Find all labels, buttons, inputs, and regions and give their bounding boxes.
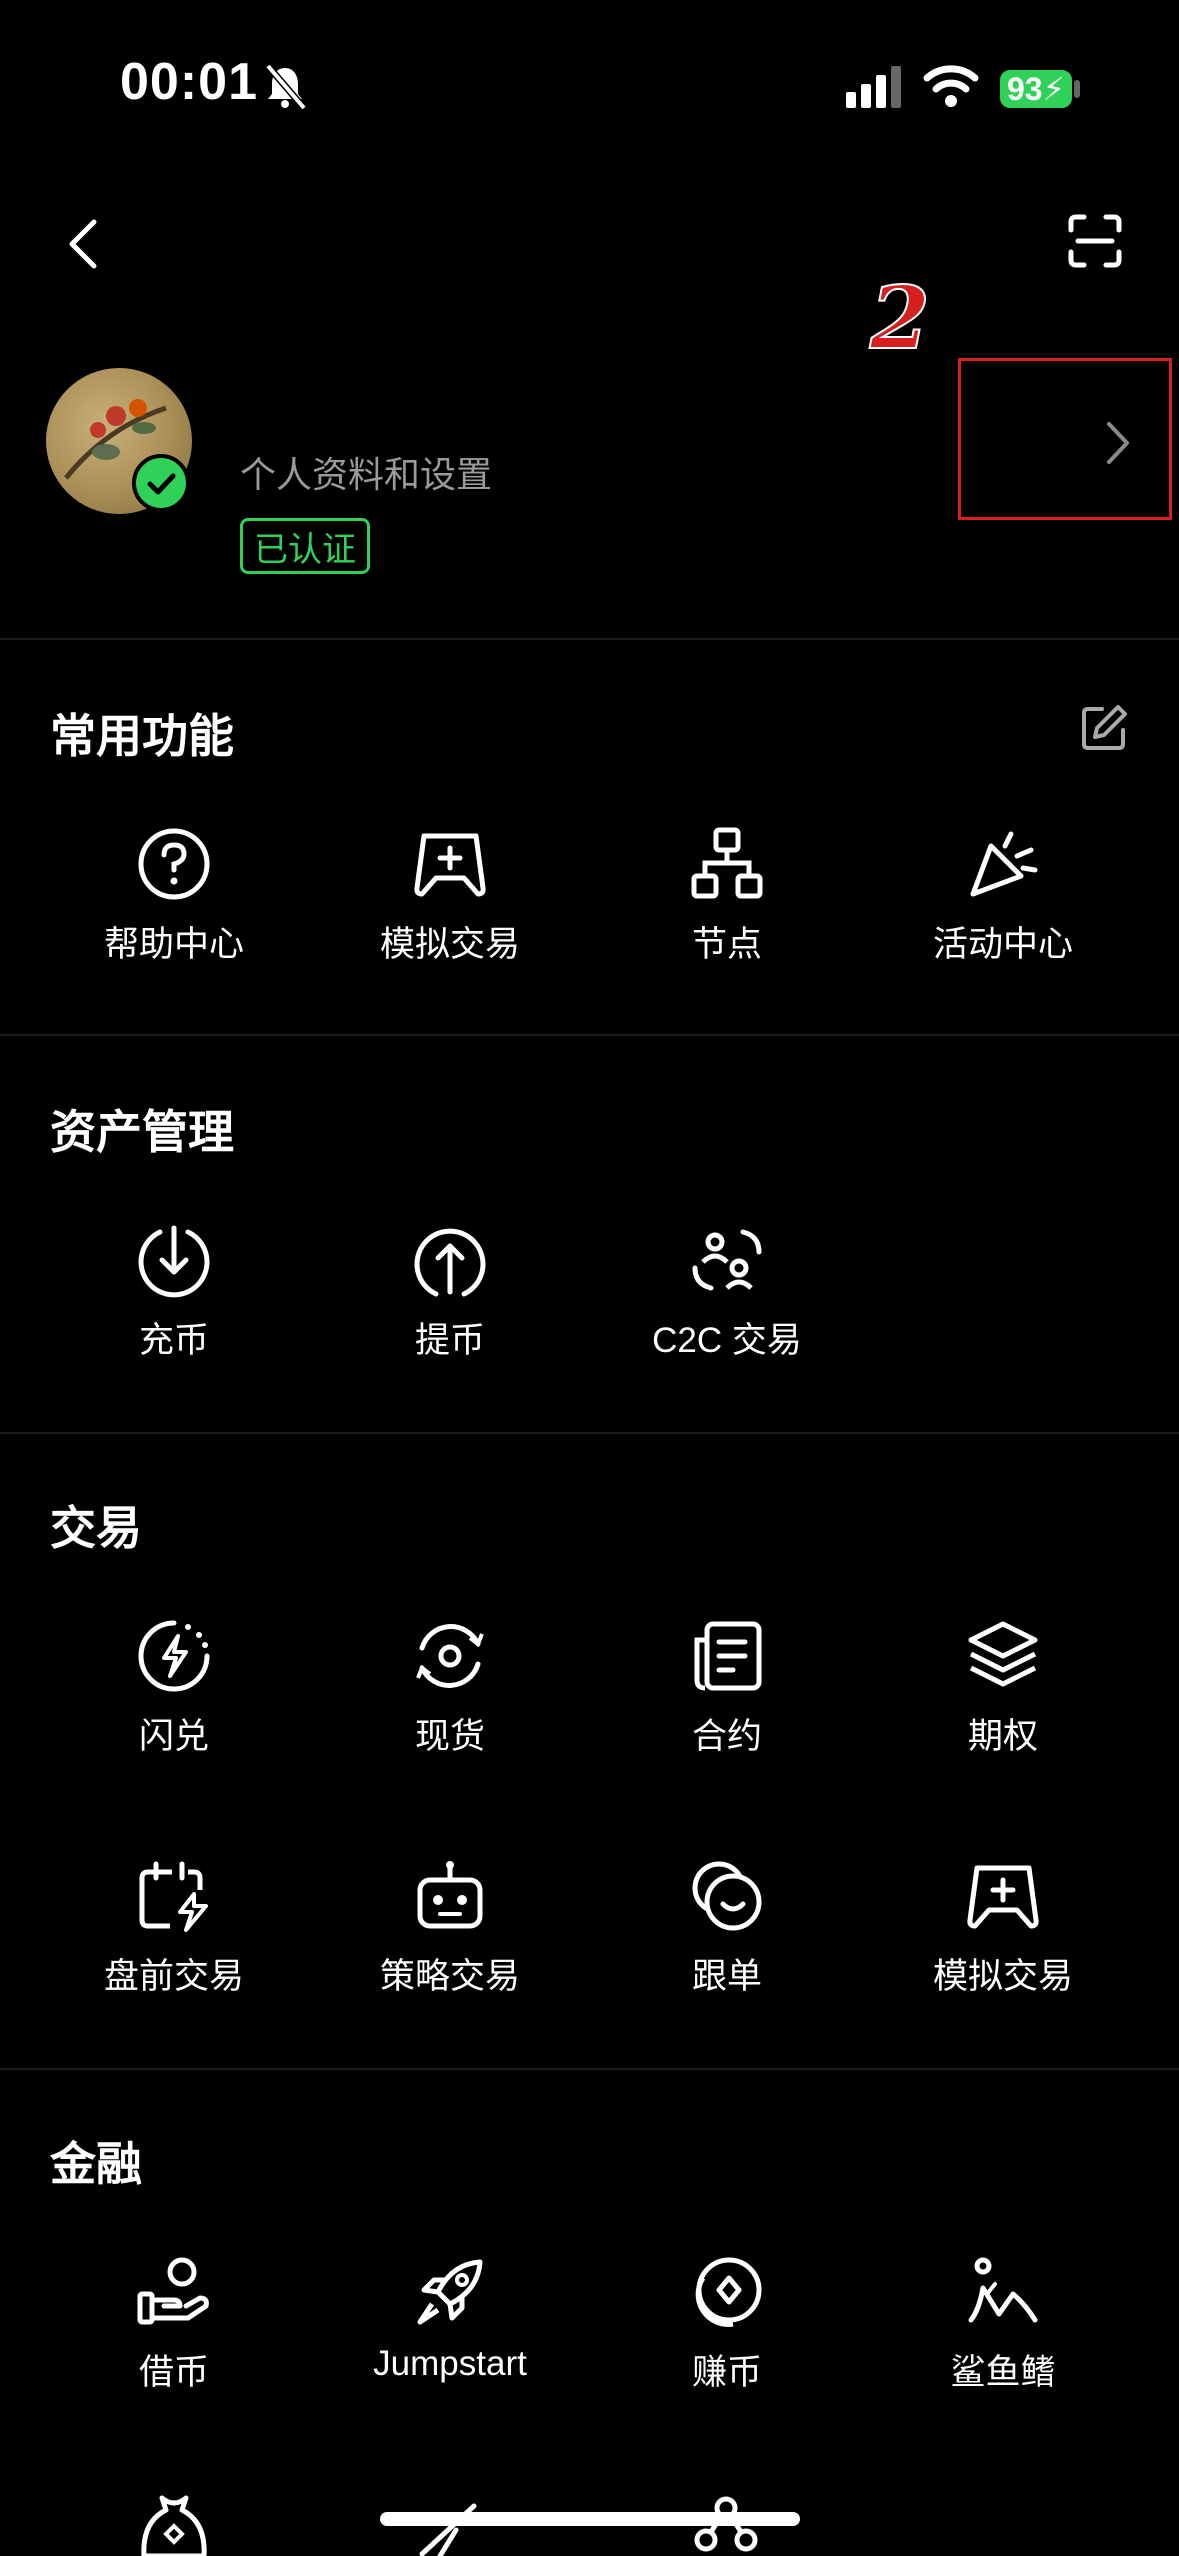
money-bag-icon[interactable] xyxy=(136,2492,212,2556)
grid-item-options[interactable]: 期权 xyxy=(864,1618,1142,1759)
grid-label: 充币 xyxy=(138,1321,209,1360)
divider xyxy=(0,2068,1179,2070)
verified-badge: 已认证 xyxy=(240,518,370,574)
slash-arrow-icon[interactable] xyxy=(412,2500,488,2556)
grid-item-deposit[interactable]: 充币 xyxy=(35,1222,313,1363)
loan-hand-coin-icon xyxy=(137,2257,209,2325)
battery-tip xyxy=(1074,80,1080,98)
signal-icon xyxy=(846,66,901,108)
section-title-assets: 资产管理 xyxy=(50,1106,234,1158)
network-node-icon xyxy=(691,827,763,899)
grid-label: 提币 xyxy=(414,1321,485,1360)
grid-label: 盘前交易 xyxy=(103,1957,244,1996)
copy-trading-icon xyxy=(692,1861,762,1931)
edit-icon[interactable] xyxy=(1080,704,1128,752)
divider xyxy=(0,638,1179,640)
contract-document-icon xyxy=(694,1621,762,1691)
grid-label: 现货 xyxy=(414,1717,485,1756)
profile-settings-link[interactable]: 个人资料和设置 xyxy=(240,446,492,498)
deposit-arrow-icon xyxy=(138,1225,210,1298)
gamepad-icon xyxy=(967,1865,1039,1929)
grid-label: 闪兑 xyxy=(138,1717,209,1756)
rocket-icon xyxy=(417,2259,483,2325)
grid-item-c2c[interactable]: C2C 交易 xyxy=(588,1222,866,1363)
earn-coin-icon xyxy=(695,2257,762,2327)
grid-label: 模拟交易 xyxy=(379,925,520,964)
grid-label: 节点 xyxy=(691,925,762,964)
grid-item-withdraw[interactable]: 提币 xyxy=(311,1222,589,1363)
grid-item-demo-trading-2[interactable]: 模拟交易 xyxy=(864,1858,1142,1999)
grid-label: Jumpstart xyxy=(373,2344,527,2383)
back-icon[interactable] xyxy=(66,218,100,270)
party-popper-icon xyxy=(970,831,1038,897)
verified-check-icon xyxy=(132,454,190,512)
grid-label: 合约 xyxy=(691,1717,762,1756)
shark-fin-icon xyxy=(968,2257,1038,2323)
gamepad-icon xyxy=(414,833,486,897)
grid-label: C2C 交易 xyxy=(652,1321,802,1360)
battery-level: 93 xyxy=(1006,70,1043,107)
grid-item-earn[interactable]: 赚币 xyxy=(588,2254,866,2395)
battery-indicator: 93 ⚡ xyxy=(1000,70,1072,108)
annotation-number: 2 xyxy=(869,267,931,370)
home-indicator[interactable] xyxy=(380,2512,800,2526)
grid-item-jumpstart[interactable]: Jumpstart xyxy=(311,2254,589,2384)
status-time: 00:01 xyxy=(120,53,258,111)
grid-item-activity-center[interactable]: 活动中心 xyxy=(864,826,1142,967)
robot-icon xyxy=(417,1861,483,1929)
grid-label: 策略交易 xyxy=(379,1957,520,1996)
spot-icon xyxy=(416,1624,484,1688)
section-title-common: 常用功能 xyxy=(50,710,234,762)
grid-item-help-center[interactable]: 帮助中心 xyxy=(35,826,313,967)
grid-item-flash-swap[interactable]: 闪兑 xyxy=(35,1618,313,1759)
grid-label: 跟单 xyxy=(691,1957,762,1996)
grid-label: 赚币 xyxy=(691,2353,762,2392)
grid-item-futures[interactable]: 合约 xyxy=(588,1618,866,1759)
section-title-finance: 金融 xyxy=(50,2138,142,2190)
divider xyxy=(0,1034,1179,1036)
grid-item-demo-trading[interactable]: 模拟交易 xyxy=(311,826,589,967)
grid-item-spot[interactable]: 现货 xyxy=(311,1618,589,1759)
wifi-icon xyxy=(923,65,979,107)
annotation-box xyxy=(958,358,1172,520)
help-icon xyxy=(138,828,210,900)
grid-label: 期权 xyxy=(967,1717,1038,1756)
divider xyxy=(0,1432,1179,1434)
scan-icon[interactable] xyxy=(1068,214,1122,268)
grid-label: 活动中心 xyxy=(932,925,1073,964)
withdraw-arrow-icon xyxy=(414,1228,486,1297)
grid-item-strategy[interactable]: 策略交易 xyxy=(311,1858,589,1999)
grid-item-copy-trading[interactable]: 跟单 xyxy=(588,1858,866,1999)
grid-label: 帮助中心 xyxy=(103,925,244,964)
layers-icon xyxy=(968,1621,1038,1687)
grid-label: 借币 xyxy=(138,2353,209,2392)
grid-item-pre-market[interactable]: 盘前交易 xyxy=(35,1858,313,1999)
grid-item-node[interactable]: 节点 xyxy=(588,826,866,967)
c2c-exchange-icon xyxy=(692,1229,762,1291)
grid-item-loan[interactable]: 借币 xyxy=(35,2254,313,2395)
pre-market-calendar-icon xyxy=(139,1861,208,1932)
grid-label: 模拟交易 xyxy=(932,1957,1073,1996)
flash-swap-icon xyxy=(138,1620,210,1692)
bell-muted-icon xyxy=(265,63,307,111)
section-title-trade: 交易 xyxy=(50,1502,142,1554)
grid-item-shark-fin[interactable]: 鲨鱼鳍 xyxy=(864,2254,1142,2395)
grid-label: 鲨鱼鳍 xyxy=(950,2353,1056,2392)
